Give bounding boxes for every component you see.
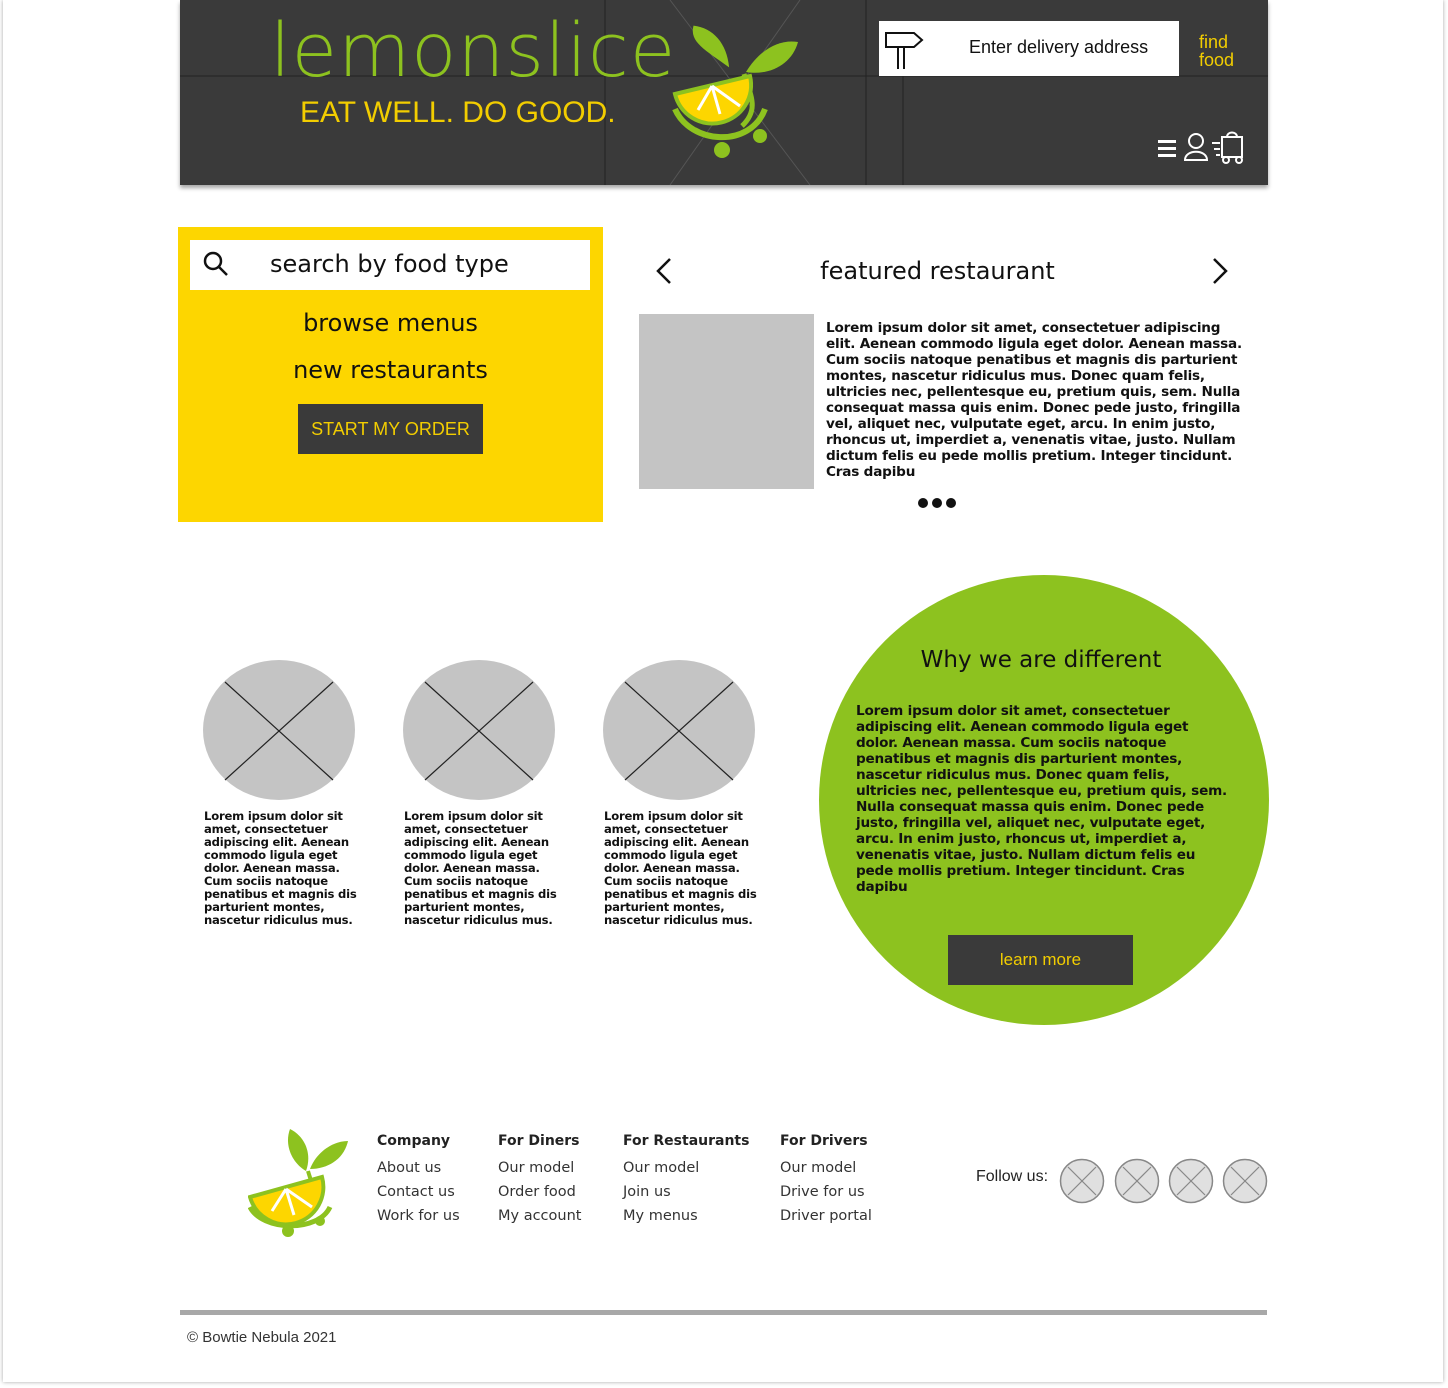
footer-link[interactable]: My account [498,1204,581,1228]
feature-image-placeholder [603,660,755,800]
search-icon [203,251,228,276]
footer-link[interactable]: Driver portal [780,1204,872,1228]
footer-link[interactable]: Our model [780,1156,872,1180]
footer-link[interactable]: Contact us [377,1180,460,1204]
featured-restaurant-description: Lorem ipsum dolor sit amet, consectetuer… [826,320,1242,480]
find-food-button[interactable]: find food [1199,33,1249,69]
site-header: lemonslice EAT WELL. DO GOOD. Enter deli… [180,0,1268,185]
feature-text: Lorem ipsum dolor sit amet, consectetuer… [604,809,757,927]
brand-tagline: EAT WELL. DO GOOD. [300,96,616,129]
footer-heading: Company [377,1133,451,1149]
browse-menus-link[interactable]: browse menus [178,309,603,337]
feature-image-placeholder [203,660,355,800]
delivery-address-input[interactable]: Enter delivery address [879,21,1179,76]
cart-icon[interactable] [1212,131,1243,164]
carousel-dots[interactable] [917,495,957,511]
footer-divider [180,1310,1267,1315]
user-icon[interactable] [1183,133,1209,161]
follow-us-label: Follow us: [976,1168,1049,1185]
feature-text: Lorem ipsum dolor sit amet, consectetuer… [204,809,357,927]
footer-heading: For Restaurants [623,1133,750,1149]
footer-link[interactable]: Drive for us [780,1180,872,1204]
social-icon-placeholder[interactable] [1222,1158,1268,1204]
header-icons [1158,131,1243,164]
address-placeholder: Enter delivery address [969,37,1149,57]
why-different-panel: Why we are different Lorem ipsum dolor s… [819,575,1269,1025]
food-type-search[interactable]: search by food type [190,240,590,290]
start-order-button[interactable]: START MY ORDER [298,404,483,454]
featured-restaurant-image[interactable] [639,314,814,489]
menu-icon[interactable] [1158,140,1176,157]
social-icon-placeholder[interactable] [1059,1158,1105,1204]
feature-image-placeholder [403,660,555,800]
copyright: © Bowtie Nebula 2021 [187,1329,337,1346]
footer-link[interactable]: Our model [623,1156,749,1180]
learn-more-button[interactable]: learn more [948,935,1133,985]
footer-logo [248,1129,348,1237]
featured-restaurant-title: featured restaurant [820,257,1055,285]
social-icon-placeholder[interactable] [1168,1158,1214,1204]
footer-heading: For Drivers [780,1133,868,1149]
footer-link[interactable]: Work for us [377,1204,460,1228]
search-placeholder: search by food type [270,250,509,278]
footer-link[interactable]: Join us [623,1180,749,1204]
footer-column-restaurants: For Restaurants Our model Join us My men… [623,1133,749,1228]
footer-link[interactable]: Order food [498,1180,581,1204]
footer-column-drivers: For Drivers Our model Drive for us Drive… [780,1133,872,1228]
why-different-text: Lorem ipsum dolor sit amet, consectetuer… [856,703,1228,895]
brand-wordmark[interactable]: lemonslice [270,14,676,88]
lemon-cart-logo [672,25,798,158]
signpost-icon [885,32,924,69]
footer-column-diners: For Diners Our model Order food My accou… [498,1133,581,1228]
feature-text: Lorem ipsum dolor sit amet, consectetuer… [404,809,557,927]
new-restaurants-link[interactable]: new restaurants [178,356,603,384]
social-icon-placeholder[interactable] [1114,1158,1160,1204]
order-panel: search by food type browse menus new res… [178,227,603,522]
footer-link[interactable]: My menus [623,1204,749,1228]
chevron-left-icon[interactable] [652,256,676,286]
footer-heading: For Diners [498,1133,580,1149]
footer-column-company: Company About us Contact us Work for us [377,1133,460,1228]
footer-link[interactable]: Our model [498,1156,581,1180]
footer-link[interactable]: About us [377,1156,460,1180]
chevron-right-icon[interactable] [1208,256,1232,286]
why-different-title: Why we are different [920,647,1162,673]
